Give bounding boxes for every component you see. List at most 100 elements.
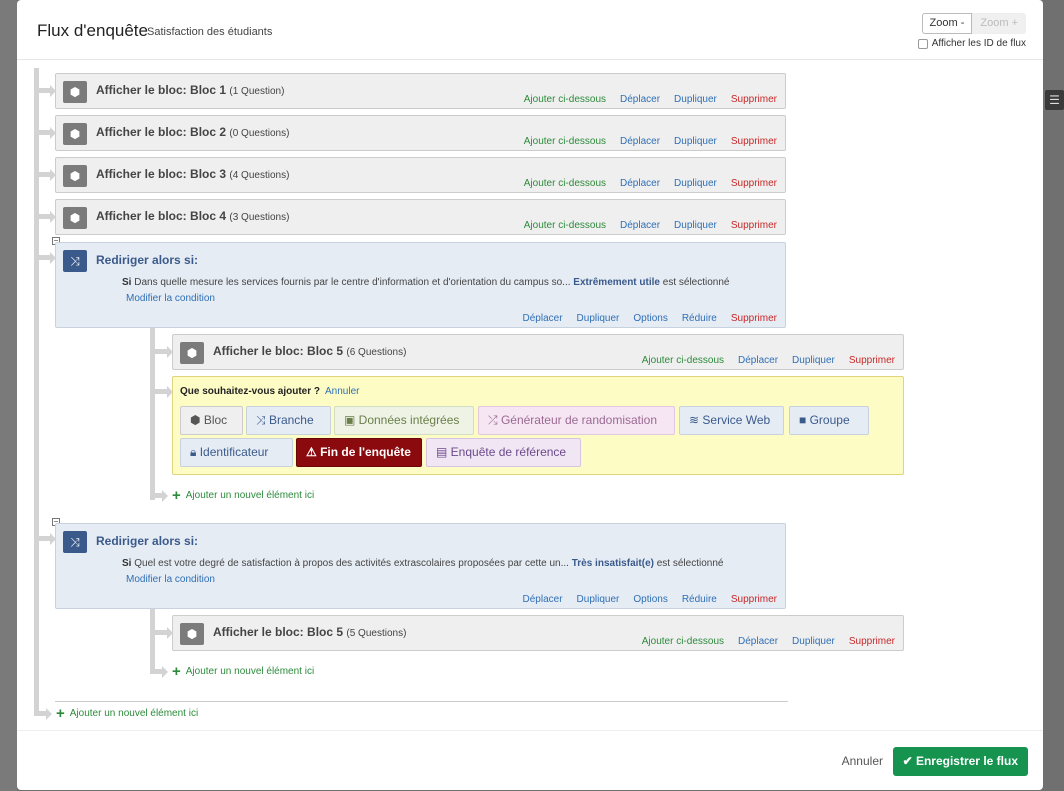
delete-link[interactable]: Supprimer <box>731 136 777 147</box>
show-block-label: Afficher le bloc: <box>213 625 304 639</box>
block-name: Bloc 5 <box>307 625 344 639</box>
flow-block: ⬢ Afficher le bloc: Bloc 2 (0 Questions) A… <box>55 115 786 151</box>
block-title: Afficher le bloc: Bloc 5 (6 Questions) <box>213 344 406 358</box>
delete-link[interactable]: Supprimer <box>731 220 777 231</box>
condition-operator: est sélectionné <box>656 558 724 569</box>
move-link[interactable]: Déplacer <box>620 220 660 231</box>
duplicate-link[interactable]: Dupliquer <box>674 178 717 189</box>
flow-arrow-icon <box>50 211 56 223</box>
cube-icon: ⬢ <box>180 342 204 364</box>
collapse-link[interactable]: Réduire <box>682 313 717 324</box>
zoom-out-button[interactable]: Zoom - <box>921 13 973 34</box>
add-below-link[interactable]: Ajouter ci-dessous <box>524 220 606 231</box>
zoom-in-button[interactable]: Zoom + <box>972 13 1026 34</box>
block-name: Bloc 3 <box>190 167 227 181</box>
add-below-link[interactable]: Ajouter ci-dessous <box>524 178 606 189</box>
block-actions: Ajouter ci-dessous Déplacer Dupliquer Suppr… <box>524 136 777 147</box>
flow-connector-branch <box>34 711 46 716</box>
add-option-donnees-integrees-button[interactable]: ▣ Données intégrées <box>334 406 474 435</box>
flow-connector-branch <box>150 669 162 674</box>
add-below-link[interactable]: Ajouter ci-dessous <box>642 636 724 647</box>
duplicate-link[interactable]: Dupliquer <box>674 136 717 147</box>
flow-connector-branch <box>38 214 50 219</box>
block-title: Afficher le bloc: Bloc 2 (0 Questions) <box>96 125 289 139</box>
block-name: Bloc 2 <box>190 125 227 139</box>
delete-link[interactable]: Supprimer <box>849 355 895 366</box>
survey-name: Satisfaction des étudiants <box>147 26 273 38</box>
add-new-element-label: Ajouter un nouvel élément ici <box>69 708 199 719</box>
show-flow-ids-toggle[interactable]: Afficher les ID de flux <box>917 38 1026 49</box>
add-below-link[interactable]: Ajouter ci-dessous <box>524 136 606 147</box>
delete-link[interactable]: Supprimer <box>731 594 777 605</box>
add-below-link[interactable]: Ajouter ci-dessous <box>524 94 606 105</box>
block-title: Afficher le bloc: Bloc 3 (4 Questions) <box>96 167 289 181</box>
branch-condition: Si Dans quelle mesure les services fourn… <box>122 277 729 288</box>
block-question-count: (4 Questions) <box>229 170 290 181</box>
add-new-element-link[interactable]: + Ajouter un nouvel élément ici <box>56 706 199 721</box>
show-flow-ids-label: Afficher les ID de flux <box>931 38 1026 49</box>
collapse-link[interactable]: Réduire <box>682 594 717 605</box>
move-link[interactable]: Déplacer <box>738 636 778 647</box>
show-flow-ids-checkbox[interactable] <box>917 38 928 49</box>
delete-link[interactable]: Supprimer <box>849 636 895 647</box>
move-link[interactable]: Déplacer <box>620 94 660 105</box>
add-new-element-link[interactable]: + Ajouter un nouvel élément ici <box>172 662 314 680</box>
rss-icon: ≋ <box>689 413 703 427</box>
duplicate-link[interactable]: Dupliquer <box>577 313 620 324</box>
list-icon[interactable]: ☰ <box>1045 90 1064 110</box>
block-actions: Ajouter ci-dessous Déplacer Dupliquer Suppr… <box>524 220 777 231</box>
flow-arrow-icon <box>167 346 173 358</box>
add-option-fin-de-lenquete-button[interactable]: ⚠ Fin de l'enquête <box>296 438 422 467</box>
cancel-button[interactable]: Annuler <box>842 754 883 768</box>
add-option-enquete-de-reference-button[interactable]: ▤ Enquête de référence <box>426 438 581 467</box>
options-link[interactable]: Options <box>633 594 667 605</box>
duplicate-link[interactable]: Dupliquer <box>674 94 717 105</box>
move-link[interactable]: Déplacer <box>620 136 660 147</box>
duplicate-link[interactable]: Dupliquer <box>792 636 835 647</box>
edit-condition-link[interactable]: Modifier la condition <box>126 574 215 585</box>
flow-arrow-icon <box>167 386 173 398</box>
flow-block: ⬢ Afficher le bloc: Bloc 1 (1 Question) Aj… <box>55 73 786 109</box>
save-flow-button[interactable]: ✔ Enregistrer le flux <box>892 747 1028 776</box>
block-actions: Ajouter ci-dessous Déplacer Dupliquer Suppr… <box>642 355 895 366</box>
add-option-generateur-de-randomisation-button[interactable]: ⤮ Générateur de randomisation <box>478 406 675 435</box>
add-option-groupe-button[interactable]: ■ Groupe <box>789 406 869 435</box>
block-actions: Ajouter ci-dessous Déplacer Dupliquer Suppr… <box>524 178 777 189</box>
duplicate-link[interactable]: Dupliquer <box>792 355 835 366</box>
add-panel-cancel-link[interactable]: Annuler <box>325 386 359 397</box>
delete-link[interactable]: Supprimer <box>731 94 777 105</box>
delete-link[interactable]: Supprimer <box>731 313 777 324</box>
move-link[interactable]: Déplacer <box>523 594 563 605</box>
duplicate-link[interactable]: Dupliquer <box>577 594 620 605</box>
add-option-label: Données intégrées <box>358 413 460 427</box>
flow-arrow-icon <box>46 708 52 720</box>
add-below-link[interactable]: Ajouter ci-dessous <box>642 355 724 366</box>
block-actions: Déplacer Dupliquer Options Réduire Supprimer <box>523 594 777 605</box>
add-option-branche-button[interactable]: ⤨ Branche <box>246 406 331 435</box>
branch-condition: Si Quel est votre degré de satisfaction … <box>122 558 723 569</box>
plus-icon: + <box>172 486 181 504</box>
delete-link[interactable]: Supprimer <box>731 178 777 189</box>
move-link[interactable]: Déplacer <box>523 313 563 324</box>
add-option-bloc-button[interactable]: ⬢ Bloc <box>180 406 243 435</box>
add-option-identificateur-button[interactable]: 🔒︎ Identificateur <box>180 438 293 467</box>
add-option-label: Service Web <box>702 413 771 427</box>
options-link[interactable]: Options <box>633 313 667 324</box>
flow-connector-branch <box>155 630 167 635</box>
flow-arrow-icon <box>50 85 56 97</box>
block-question-count: (6 Questions) <box>346 347 407 358</box>
duplicate-link[interactable]: Dupliquer <box>674 220 717 231</box>
show-block-label: Afficher le bloc: <box>96 83 187 97</box>
block-title: Afficher le bloc: Bloc 1 (1 Question) <box>96 83 284 97</box>
add-option-service-web-button[interactable]: ≋ Service Web <box>679 406 784 435</box>
plus-icon: + <box>172 662 181 680</box>
background-page-right <box>1043 0 1064 791</box>
add-new-element-link[interactable]: + Ajouter un nouvel élément ici <box>172 486 314 504</box>
edit-condition-link[interactable]: Modifier la condition <box>126 293 215 304</box>
add-panel-title: Que souhaitez-vous ajouter ? <box>180 386 321 397</box>
move-link[interactable]: Déplacer <box>738 355 778 366</box>
flow-arrow-icon <box>50 252 56 264</box>
condition-answer: Très insatisfait(e) <box>571 558 654 569</box>
move-link[interactable]: Déplacer <box>620 178 660 189</box>
lock-icon: 🔒︎ <box>190 445 200 459</box>
